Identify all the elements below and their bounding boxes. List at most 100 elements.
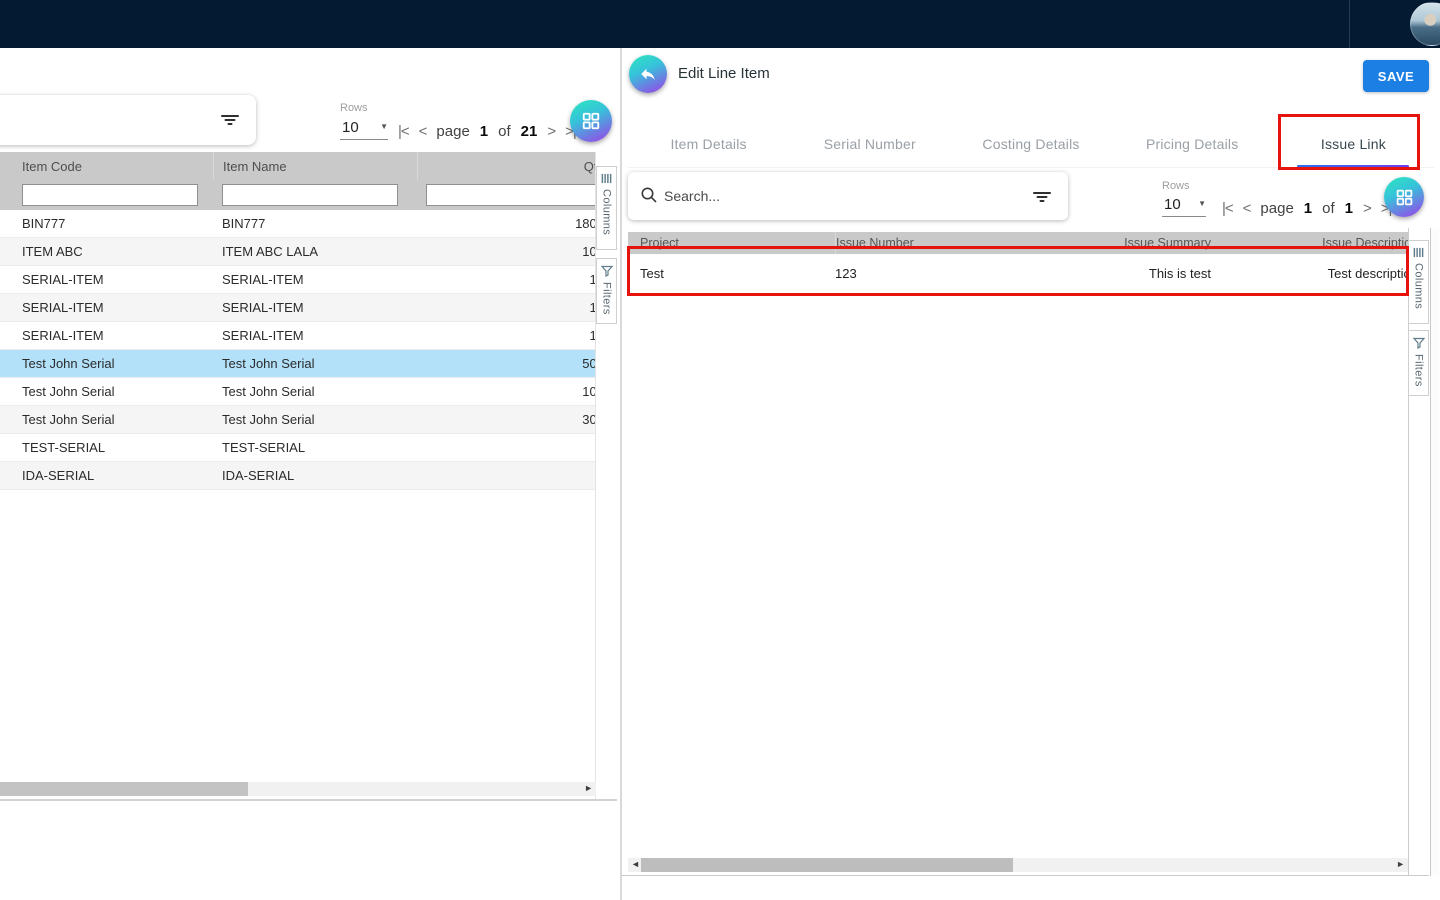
cell-item-name: BIN777 — [213, 216, 417, 231]
columns-side-tab[interactable]: Columns — [596, 166, 617, 250]
back-button[interactable] — [629, 55, 667, 93]
grid-icon — [1395, 188, 1414, 207]
cell-item-name: Test John Serial — [213, 384, 417, 399]
issue-list-pagination: |< < page 1 of 1 > >| — [1222, 196, 1391, 220]
rows-per-page-select[interactable]: 10 ▼ — [340, 118, 388, 140]
qty-filter-input[interactable] — [426, 184, 596, 206]
horizontal-scrollbar[interactable]: ◄ ► — [628, 858, 1408, 872]
first-page-button[interactable]: |< — [1222, 200, 1233, 217]
issue-search-input[interactable] — [664, 184, 994, 208]
tab-issue-link[interactable]: Issue Link — [1273, 120, 1434, 167]
table-row[interactable]: TEST-SERIAL TEST-SERIAL 1 — [0, 434, 596, 462]
cell-item-code: Test John Serial — [0, 356, 213, 371]
side-tab-label: Filters — [601, 282, 613, 315]
issue-table-row[interactable]: Test 123 This is test Test description — [628, 254, 1408, 294]
column-header-qty[interactable]: Qty — [418, 159, 596, 174]
filter-lines-icon[interactable] — [1032, 187, 1052, 207]
item-search-input[interactable] — [2, 108, 202, 132]
cell-item-name: ITEM ABC LALA — [213, 244, 417, 259]
funnel-icon — [601, 265, 613, 277]
user-avatar[interactable] — [1410, 2, 1440, 46]
total-pages: 1 — [1345, 200, 1353, 217]
horizontal-scrollbar[interactable]: ► — [0, 782, 596, 796]
current-page: 1 — [480, 123, 488, 140]
save-button[interactable]: SAVE — [1363, 60, 1429, 92]
prev-page-button[interactable]: < — [419, 123, 427, 140]
search-icon — [640, 186, 658, 204]
filters-side-tab[interactable]: Filters — [1408, 330, 1429, 396]
table-row[interactable]: SERIAL-ITEM SERIAL-ITEM 10 — [0, 266, 596, 294]
side-tab-strip: Columns Filters — [1408, 228, 1429, 876]
columns-side-tab[interactable]: Columns — [1408, 240, 1429, 324]
table-row-selected[interactable]: Test John Serial Test John Serial 500 — [0, 350, 596, 378]
table-row[interactable]: IDA-SERIAL IDA-SERIAL 1 — [0, 462, 596, 490]
cell-item-code: Test John Serial — [0, 412, 213, 427]
next-page-button[interactable]: > — [1363, 200, 1371, 217]
chevron-down-icon: ▼ — [1198, 199, 1206, 208]
scroll-right-icon[interactable]: ► — [584, 783, 593, 793]
cell-item-code: TEST-SERIAL — [0, 440, 213, 455]
active-tab-indicator — [1297, 165, 1409, 168]
cell-item-code: SERIAL-ITEM — [0, 300, 213, 315]
column-header-issue-number[interactable]: Issue Number — [836, 236, 914, 250]
of-label: of — [498, 123, 511, 140]
first-page-button[interactable]: |< — [398, 123, 409, 140]
scroll-right-icon[interactable]: ► — [1396, 859, 1405, 869]
tab-costing-details[interactable]: Costing Details — [950, 120, 1111, 167]
rows-per-page-control: Rows 10 ▼ — [1162, 180, 1206, 217]
item-name-filter-input[interactable] — [222, 184, 398, 206]
columns-icon — [601, 173, 612, 184]
filter-lines-icon[interactable] — [220, 110, 240, 130]
side-tab-label: Columns — [1413, 263, 1425, 309]
tab-item-details[interactable]: Item Details — [628, 120, 789, 167]
scroll-left-icon[interactable]: ◄ — [631, 859, 640, 869]
cell-item-code: IDA-SERIAL — [0, 468, 213, 483]
table-row[interactable]: SERIAL-ITEM SERIAL-ITEM 10 — [0, 322, 596, 350]
prev-page-button[interactable]: < — [1243, 200, 1251, 217]
filters-side-tab[interactable]: Filters — [596, 258, 617, 324]
cell-qty: 10 — [417, 272, 596, 287]
table-row[interactable]: Test John Serial Test John Serial 100 — [0, 378, 596, 406]
tab-pricing-details[interactable]: Pricing Details — [1112, 120, 1273, 167]
item-list-panel: Rows 10 ▼ |< < page 1 of 21 > >| Item Co — [0, 48, 620, 900]
scrollbar-thumb[interactable] — [641, 858, 1013, 872]
item-search-card — [0, 95, 256, 145]
column-header-item-name[interactable]: Item Name — [214, 159, 287, 174]
table-row[interactable]: SERIAL-ITEM SERIAL-ITEM 10 — [0, 294, 596, 322]
side-tab-label: Columns — [601, 189, 613, 235]
cell-item-code: Test John Serial — [0, 384, 213, 399]
current-page: 1 — [1304, 200, 1312, 217]
scrollbar-thumb[interactable] — [0, 782, 248, 796]
grid-view-button[interactable] — [1384, 177, 1424, 217]
grid-view-button[interactable] — [570, 100, 612, 142]
column-header-issue-description[interactable]: Issue Description — [1211, 236, 1408, 250]
issue-table-header: Project Issue Number Issue Summary Issue… — [628, 232, 1408, 254]
column-header-item-code[interactable]: Item Code — [0, 159, 213, 174]
side-tab-label: Filters — [1413, 354, 1425, 387]
detail-tabs: Item Details Serial Number Costing Detai… — [628, 120, 1434, 168]
issue-table: Project Issue Number Issue Summary Issue… — [628, 232, 1408, 294]
column-header-issue-summary[interactable]: Issue Summary — [1025, 236, 1211, 250]
tab-label: Pricing Details — [1146, 136, 1238, 152]
item-table-header: Item Code Item Name Qty — [0, 152, 596, 180]
total-pages: 21 — [521, 123, 538, 140]
tab-label: Issue Link — [1321, 136, 1386, 152]
tab-serial-number[interactable]: Serial Number — [789, 120, 950, 167]
issue-search-card — [628, 172, 1068, 220]
next-page-button[interactable]: > — [547, 123, 555, 140]
vertical-scrollbar[interactable] — [1430, 228, 1439, 876]
rows-per-page-select[interactable]: 10 ▼ — [1162, 195, 1206, 217]
table-row[interactable]: ITEM ABC ITEM ABC LALA 100 — [0, 238, 596, 266]
cell-item-code: BIN777 — [0, 216, 213, 231]
cell-item-code: ITEM ABC — [0, 244, 213, 259]
funnel-icon — [1413, 337, 1425, 349]
cell-qty: 300 — [417, 412, 596, 427]
item-code-filter-input[interactable] — [22, 184, 198, 206]
rows-per-page-control: Rows 10 ▼ — [340, 102, 388, 140]
column-header-project[interactable]: Project — [628, 236, 835, 250]
table-row[interactable]: Test John Serial Test John Serial 300 — [0, 406, 596, 434]
table-row[interactable]: BIN777 BIN777 1800 — [0, 210, 596, 238]
panel-bottom-border — [622, 875, 1429, 876]
item-list-pagination: |< < page 1 of 21 > >| — [398, 118, 576, 144]
item-table-filter-row — [0, 180, 596, 210]
